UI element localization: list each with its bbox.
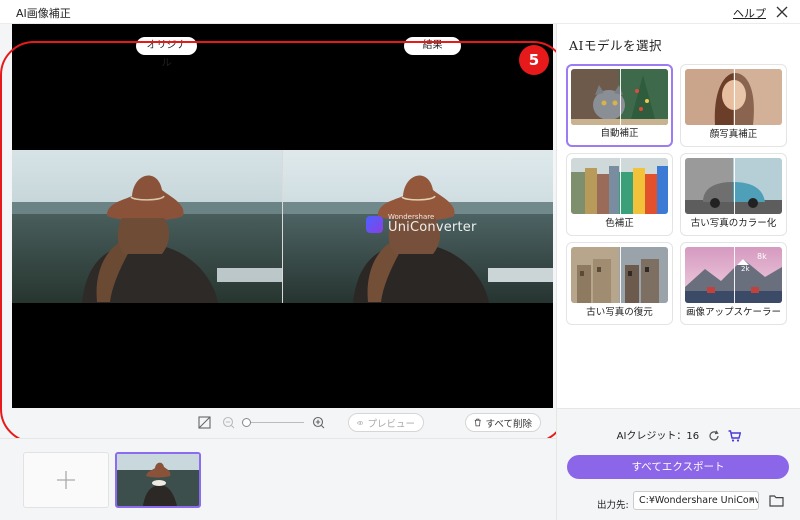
color-correction-thumbnail	[571, 158, 668, 214]
result-label: 結果	[404, 37, 461, 55]
model-card-face-correction[interactable]: 顔写真補正	[680, 64, 787, 147]
trash-icon	[474, 418, 481, 427]
watermark-product: UniConverter	[388, 220, 477, 235]
window-title: AI画像補正	[16, 7, 71, 20]
ai-model-panel: AIモデルを選択 自動補正 顔写真補正 色補正 古い写真のカラー化 古い写真の復…	[556, 24, 800, 520]
preview-button-label: プレビュー	[367, 418, 415, 430]
credits-row: AIクレジット：16	[557, 427, 800, 442]
delete-all-button[interactable]: すべて削除	[465, 413, 541, 432]
model-label: 古い写真の復元	[586, 307, 653, 318]
svg-text:2k: 2k	[741, 265, 750, 273]
credits-label: AIクレジット：16	[616, 431, 700, 442]
folder-icon[interactable]	[769, 492, 785, 508]
upscaler-thumbnail: 8k 2k	[685, 247, 782, 303]
watermark: Wondershare UniConverter	[366, 213, 476, 239]
colorize-thumbnail	[685, 158, 782, 214]
preview-controls: プレビュー すべて削除	[12, 410, 553, 434]
original-label: オリジナル	[136, 37, 197, 69]
model-card-upscaler[interactable]: 8k 2k 画像アップスケーラー	[680, 242, 787, 325]
thumbnail-strip	[0, 438, 556, 520]
face-correction-thumbnail	[685, 69, 782, 125]
delete-all-label: すべて削除	[485, 418, 532, 430]
card-seam	[733, 247, 735, 303]
export-area: AIクレジット：16 すべてエクスポート 出力先: C:¥Wondershare…	[557, 408, 800, 520]
comparison-preview[interactable]: オリジナル 結果 Wondershare UniConverter	[12, 24, 553, 408]
annotation-badge: 5	[519, 45, 549, 75]
workspace: オリジナル 結果 Wondershare UniConverter 5 プレビュ…	[0, 24, 567, 520]
output-path-value: C:¥Wondershare UniConv	[639, 495, 759, 506]
add-image-button[interactable]	[23, 452, 109, 508]
image-thumbnail[interactable]	[115, 452, 201, 508]
auto-correction-thumbnail	[571, 69, 668, 125]
zoom-slider-handle[interactable]	[242, 418, 251, 427]
card-seam	[733, 69, 735, 125]
model-card-color-correction[interactable]: 色補正	[566, 153, 673, 236]
restoration-thumbnail	[571, 247, 668, 303]
model-label: 色補正	[605, 218, 634, 229]
fit-screen-icon[interactable]	[196, 414, 212, 430]
card-seam	[733, 158, 735, 214]
plus-icon	[57, 471, 75, 489]
help-link[interactable]: ヘルプ	[733, 5, 766, 21]
zoom-slider-track[interactable]	[250, 422, 304, 423]
chevron-down-icon: ▾	[749, 495, 754, 505]
model-card-colorize[interactable]: 古い写真のカラー化	[680, 153, 787, 236]
model-label: 自動補正	[600, 128, 639, 139]
card-seam	[619, 158, 621, 214]
eye-icon	[357, 420, 364, 425]
model-label: 古い写真のカラー化	[690, 218, 777, 229]
original-image	[12, 150, 282, 303]
cart-icon[interactable]	[728, 430, 742, 442]
title-bar: AI画像補正 ヘルプ	[0, 0, 800, 24]
model-label: 顔写真補正	[709, 129, 758, 140]
model-card-restoration[interactable]: 古い写真の復元	[566, 242, 673, 325]
zoom-in-icon[interactable]	[310, 414, 326, 430]
refresh-icon[interactable]	[708, 430, 720, 442]
zoom-out-icon[interactable]	[220, 414, 236, 430]
svg-text:8k: 8k	[757, 252, 767, 261]
close-icon[interactable]	[772, 2, 792, 22]
output-path-select[interactable]: C:¥Wondershare UniConv ▾	[633, 491, 759, 510]
uniconverter-logo-icon	[366, 216, 383, 233]
export-all-button[interactable]: すべてエクスポート	[567, 455, 789, 479]
card-seam	[619, 69, 621, 125]
model-card-auto-correction[interactable]: 自動補正	[566, 64, 673, 147]
card-seam	[619, 247, 621, 303]
preview-button[interactable]: プレビュー	[348, 413, 424, 432]
panel-title: AIモデルを選択	[569, 38, 662, 53]
output-label: 出力先:	[597, 500, 629, 511]
model-label: 画像アップスケーラー	[685, 307, 781, 318]
